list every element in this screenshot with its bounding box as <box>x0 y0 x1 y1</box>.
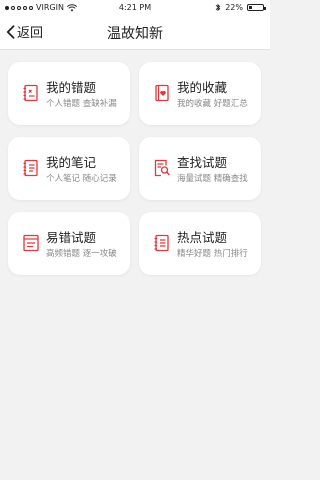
status-bar: VIRGIN 4:21 PM 22% <box>0 0 270 16</box>
frequent-errors-icon <box>23 234 39 252</box>
card-subtitle: 高频错题 逐一攻破 <box>46 249 117 259</box>
hot-questions-icon <box>154 234 169 252</box>
card-subtitle: 精华好题 热门排行 <box>177 249 248 259</box>
card-subtitle: 个人笔记 随心记录 <box>46 174 117 184</box>
favorites-book-icon <box>155 84 169 102</box>
card-my-favorites[interactable]: 我的收藏 我的收藏 好题汇总 <box>139 62 261 125</box>
card-search-questions[interactable]: 查找试题 海量试题 精确查找 <box>139 137 261 200</box>
page-title: 温故知新 <box>107 26 163 42</box>
card-my-wrong-questions[interactable]: 我的错题 个人错题 查缺补漏 <box>8 62 130 125</box>
bluetooth-icon <box>215 3 221 12</box>
error-notebook-icon <box>23 84 38 102</box>
card-subtitle: 个人错题 查缺补漏 <box>46 99 117 109</box>
card-title: 查找试题 <box>177 155 228 170</box>
notes-icon <box>23 159 38 177</box>
card-title: 我的收藏 <box>177 80 228 95</box>
screen: VIRGIN 4:21 PM 22% 返回 温故知新 我的错题 个人错题 查缺补… <box>0 0 270 480</box>
battery-icon <box>247 4 266 11</box>
battery-percent: 22% <box>225 3 243 12</box>
card-title: 我的笔记 <box>46 155 97 170</box>
card-title: 我的错题 <box>46 80 97 95</box>
card-title: 热点试题 <box>177 230 228 245</box>
card-subtitle: 海量试题 精确查找 <box>177 174 248 184</box>
nav-bar: 返回 温故知新 <box>0 16 270 50</box>
status-right: 22% <box>215 3 266 12</box>
card-title: 易错试题 <box>46 230 97 245</box>
card-error-prone-questions[interactable]: 易错试题 高频错题 逐一攻破 <box>8 212 130 275</box>
search-document-icon <box>154 159 170 177</box>
card-hot-questions[interactable]: 热点试题 精华好题 热门排行 <box>139 212 261 275</box>
card-subtitle: 我的收藏 好题汇总 <box>177 99 248 109</box>
card-my-notes[interactable]: 我的笔记 个人笔记 随心记录 <box>8 137 130 200</box>
